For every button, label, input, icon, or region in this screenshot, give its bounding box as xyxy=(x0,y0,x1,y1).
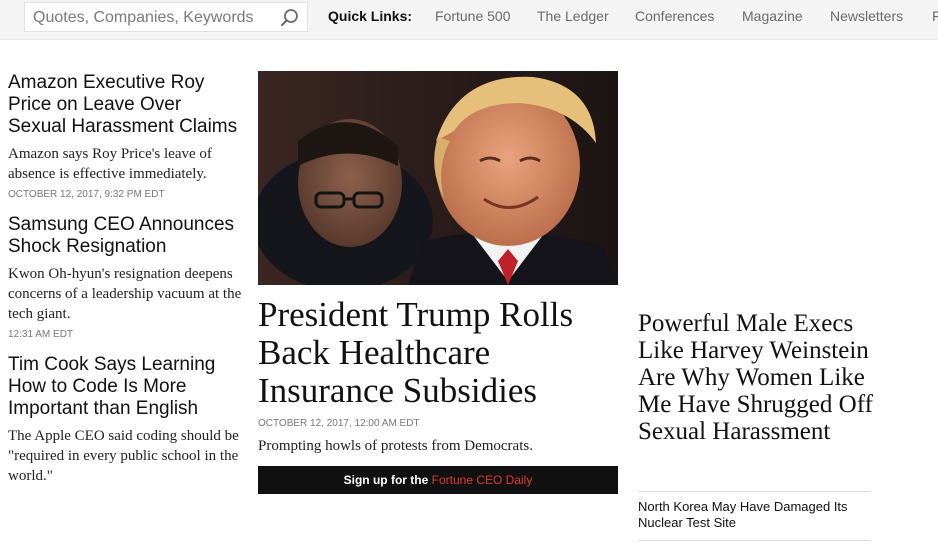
search-box xyxy=(24,2,308,32)
newsletter-signup-button[interactable]: Sign up for the Fortune CEO Daily xyxy=(258,466,618,494)
quick-link-conferences[interactable]: Conferences xyxy=(635,8,714,24)
right-story-link[interactable]: North Korea May Have Damaged Its Nuclear… xyxy=(638,499,870,531)
story-timestamp: 12:31 AM EDT xyxy=(8,329,74,340)
right-headline[interactable]: Powerful Male Execs Like Harvey Weinstei… xyxy=(638,310,878,445)
story-headline[interactable]: Amazon Executive Roy Price on Leave Over… xyxy=(8,72,244,138)
story-headline[interactable]: Samsung CEO Announces Shock Resignation xyxy=(8,214,244,258)
top-bar: Quick Links: Fortune 500 The Ledger Conf… xyxy=(0,0,938,40)
main-headline[interactable]: President Trump Rolls Back Healthcare In… xyxy=(258,296,622,410)
divider xyxy=(638,491,870,492)
main-timestamp: OCTOBER 12, 2017, 12:00 AM EDT xyxy=(258,418,420,429)
search-icon[interactable] xyxy=(279,7,301,29)
story-dek: Amazon says Roy Price's leave of absence… xyxy=(8,146,212,182)
quick-link-magazine[interactable]: Magazine xyxy=(742,8,803,24)
signup-prefix: Sign up for the xyxy=(343,473,432,487)
quick-link-newsletters[interactable]: Newsletters xyxy=(830,8,903,24)
quick-link-the-ledger[interactable]: The Ledger xyxy=(537,8,609,24)
divider xyxy=(638,540,870,541)
story-timestamp: OCTOBER 12, 2017, 9:32 PM EDT xyxy=(8,189,165,200)
search-input[interactable] xyxy=(33,6,273,30)
quick-link-fortune-500[interactable]: Fortune 500 xyxy=(435,8,511,24)
quick-link-truncated[interactable]: F xyxy=(932,8,938,24)
signup-brand: Fortune CEO Daily xyxy=(431,473,533,487)
story-dek: The Apple CEO said coding should be "req… xyxy=(8,428,239,484)
story-dek: Kwon Oh-hyun's resignation deepens conce… xyxy=(8,266,242,322)
quick-links-label: Quick Links: xyxy=(328,8,413,24)
story-item: Samsung CEO Announces Shock Resignation … xyxy=(8,214,244,342)
left-column: Amazon Executive Roy Price on Leave Over… xyxy=(8,72,244,498)
story-item: Amazon Executive Roy Price on Leave Over… xyxy=(8,72,244,202)
main-dek: Prompting howls of protests from Democra… xyxy=(258,438,533,454)
story-headline[interactable]: Tim Cook Says Learning How to Code Is Mo… xyxy=(8,354,244,420)
story-item: Tim Cook Says Learning How to Code Is Mo… xyxy=(8,354,244,486)
hero-image[interactable] xyxy=(258,71,618,285)
